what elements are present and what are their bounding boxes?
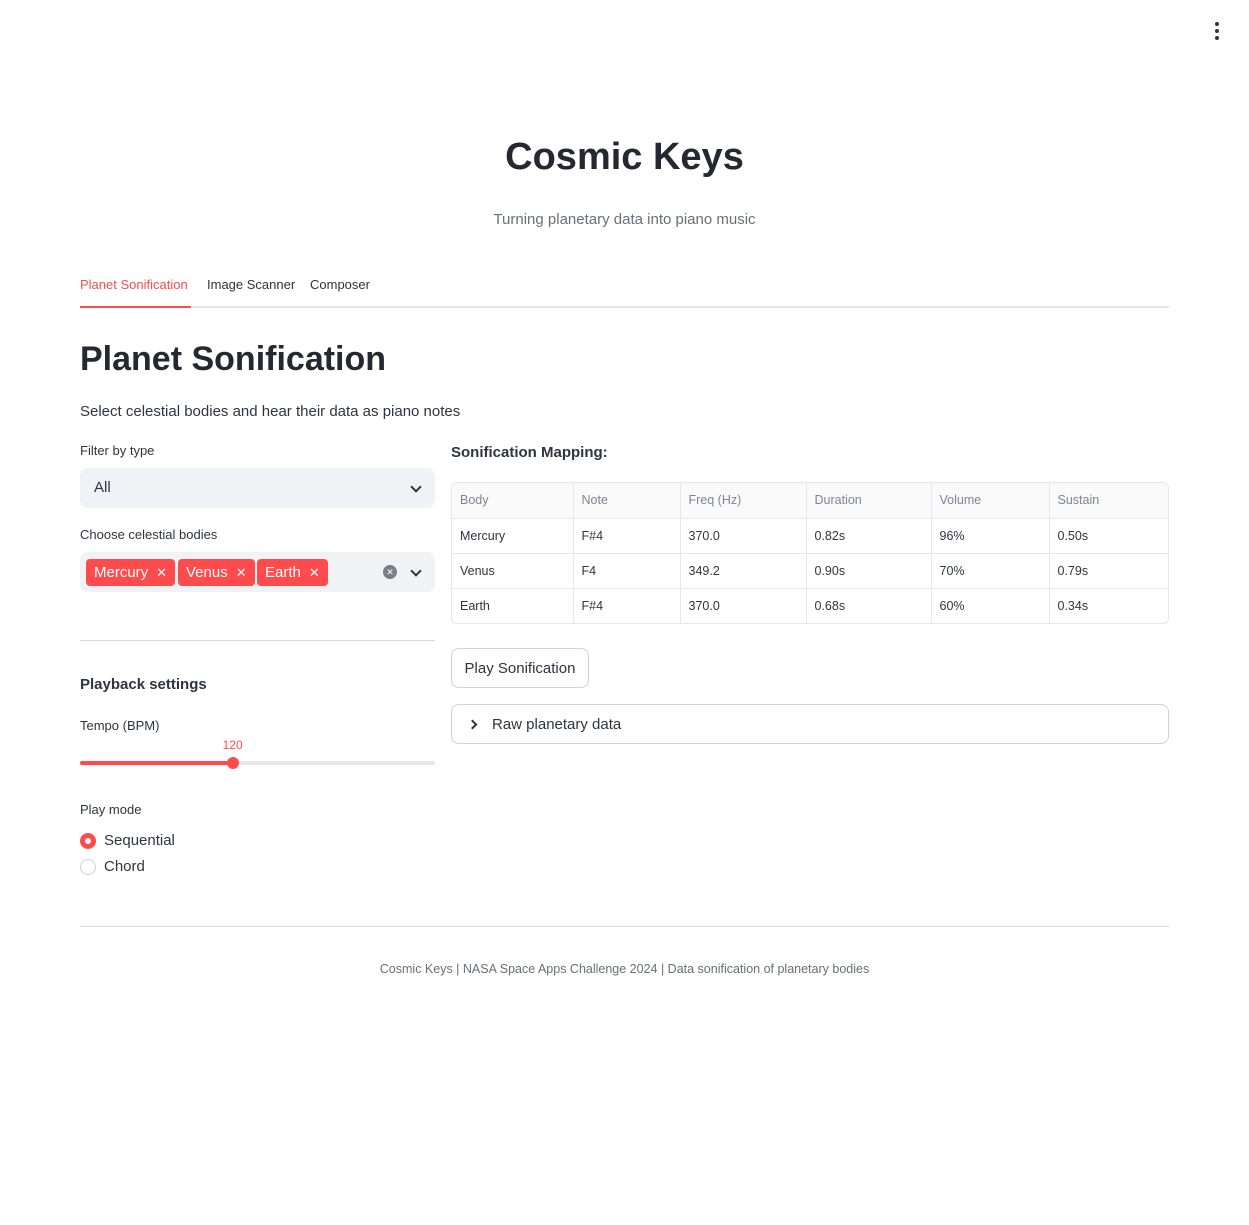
tab-bar: Planet Sonification Image Scanner Compos…	[80, 274, 1169, 308]
section-title: Planet Sonification	[80, 340, 387, 378]
bodies-label: Choose celestial bodies	[80, 527, 218, 542]
play-mode-label: Play mode	[80, 802, 142, 817]
footer-divider	[80, 926, 1169, 927]
mapping-table[interactable]: Body Note Freq (Hz) Duration Volume Sust…	[451, 482, 1169, 624]
dot	[1215, 36, 1219, 40]
column-header[interactable]: Note	[573, 483, 681, 519]
close-icon[interactable]: ✕	[309, 565, 320, 581]
active-tab-indicator	[80, 306, 191, 308]
chevron-right-icon	[467, 719, 478, 730]
table-cell: 370.0	[680, 588, 807, 623]
tempo-slider-thumb[interactable]	[226, 757, 239, 769]
column-header[interactable]: Volume	[931, 483, 1050, 519]
footer-text: Cosmic Keys | NASA Space Apps Challenge …	[379, 962, 870, 976]
chip-label: Venus	[186, 564, 228, 581]
chevron-down-icon	[410, 481, 422, 493]
chip-label: Mercury	[94, 564, 149, 581]
table-cell: 96%	[931, 518, 1050, 554]
filter-select[interactable]: All	[80, 468, 435, 508]
table-cell: 0.82s	[806, 518, 932, 554]
tempo-label: Tempo (BPM)	[80, 718, 160, 733]
table-cell: 0.79s	[1049, 553, 1168, 589]
filter-select-value: All	[94, 479, 111, 496]
table-cell: 60%	[931, 588, 1050, 623]
table-cell: 349.2	[680, 553, 807, 589]
tab-image-scanner[interactable]: Image Scanner	[207, 277, 295, 292]
tempo-value: 120	[222, 738, 243, 752]
table-cell: F4	[573, 553, 681, 589]
expander-label: Raw planetary data	[492, 716, 622, 733]
tempo-slider-fill	[80, 761, 233, 765]
table-cell: 0.68s	[806, 588, 932, 623]
radio-label: Sequential	[104, 832, 175, 849]
column-header[interactable]: Sustain	[1049, 483, 1168, 519]
dot	[1215, 22, 1219, 26]
filter-label: Filter by type	[80, 443, 155, 458]
table-row: Mercury F#4 370.0 0.82s 96% 0.50s	[452, 518, 1168, 554]
chevron-down-icon[interactable]	[410, 565, 422, 577]
table-cell: 0.50s	[1049, 518, 1168, 554]
chip-label: Earth	[265, 564, 301, 581]
column-header[interactable]: Duration	[806, 483, 932, 519]
table-cell: Mercury	[452, 518, 574, 554]
section-description: Select celestial bodies and hear their d…	[80, 403, 461, 420]
table-header-row: Body Note Freq (Hz) Duration Volume Sust…	[452, 483, 1168, 519]
app-subtitle: Turning planetary data into piano music	[493, 211, 756, 228]
table-cell: Venus	[452, 553, 574, 589]
app-title: Cosmic Keys	[505, 136, 744, 178]
table-cell: F#4	[573, 588, 681, 623]
column-header[interactable]: Freq (Hz)	[680, 483, 807, 519]
playback-settings-title: Playback settings	[80, 676, 207, 693]
bodies-multiselect[interactable]: Mercury ✕ Venus ✕ Earth ✕ ✕	[80, 552, 435, 592]
table-cell: 370.0	[680, 518, 807, 554]
radio-button	[80, 858, 96, 875]
clear-circle-icon[interactable]: ✕	[383, 565, 397, 579]
close-icon[interactable]: ✕	[236, 565, 247, 581]
tab-composer[interactable]: Composer	[310, 277, 370, 292]
radio-label: Chord	[104, 858, 145, 875]
chip-mercury: Mercury ✕	[86, 559, 176, 586]
table-cell: F#4	[573, 518, 681, 554]
tab-planet-sonification[interactable]: Planet Sonification	[80, 277, 188, 292]
table-row: Earth F#4 370.0 0.68s 60% 0.34s	[452, 588, 1168, 623]
dot	[1215, 29, 1219, 33]
mapping-title: Sonification Mapping:	[451, 444, 608, 461]
chip-earth: Earth ✕	[257, 559, 328, 586]
column-header[interactable]: Body	[452, 483, 574, 519]
chip-venus: Venus ✕	[178, 559, 255, 586]
radio-chord[interactable]: Chord	[80, 858, 145, 875]
table-cell: 0.90s	[806, 553, 932, 589]
table-cell: 0.34s	[1057, 598, 1089, 613]
table-cell: Earth	[452, 588, 574, 623]
table-row: Venus F4 349.2 0.90s 70% 0.79s	[452, 553, 1168, 589]
close-icon[interactable]: ✕	[156, 565, 167, 581]
tempo-slider[interactable]	[80, 757, 435, 769]
radio-button-selected	[80, 832, 96, 849]
radio-sequential[interactable]: Sequential	[80, 832, 175, 849]
table-cell: 70%	[931, 553, 1050, 589]
raw-data-expander[interactable]: Raw planetary data	[451, 704, 1169, 744]
play-sonification-button[interactable]: Play Sonification	[451, 648, 589, 688]
divider	[80, 640, 435, 641]
main-menu-icon[interactable]	[1206, 20, 1228, 42]
